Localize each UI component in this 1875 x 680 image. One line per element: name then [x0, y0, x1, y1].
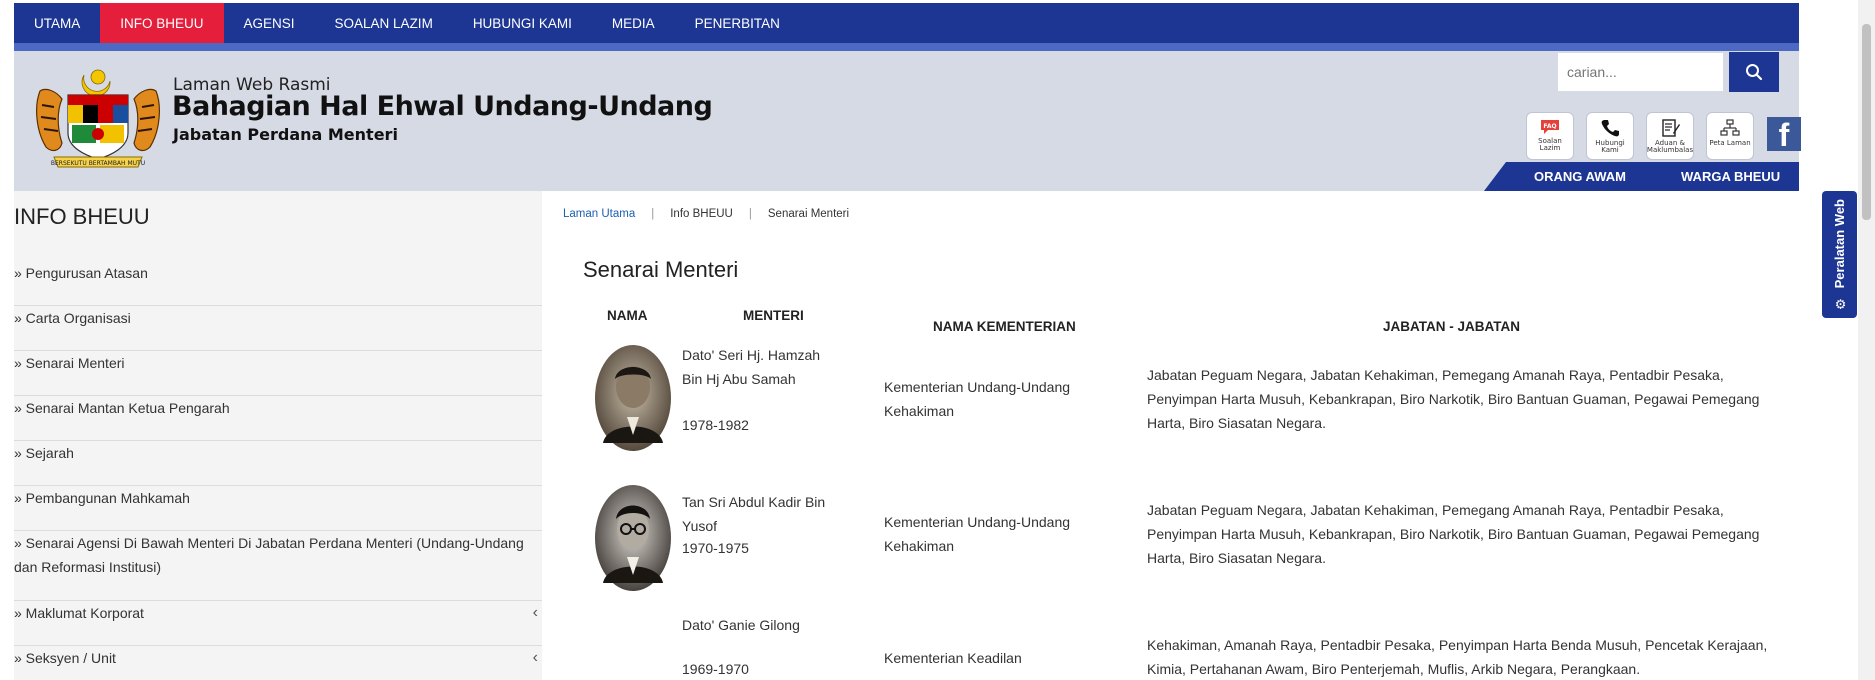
search-button[interactable]	[1729, 52, 1779, 92]
sidebar-item-sejarah[interactable]: » Sejarah	[14, 441, 542, 486]
sidebar-item-maklumat-korporat[interactable]: » Maklumat Korporat ‹	[14, 601, 542, 646]
breadcrumb-section[interactable]: Info BHEUU	[670, 208, 733, 220]
main-content: Laman Utama | Info BHEUU | Senarai Menteri S…	[553, 201, 1799, 680]
sidebar-item-pengurusan-atasan[interactable]: » Pengurusan Atasan	[14, 261, 542, 306]
nav-item-soalan-lazim[interactable]: SOALAN LAZIM	[315, 3, 453, 43]
page: UTAMA INFO BHEUU AGENSI SOALAN LAZIM HUB…	[0, 0, 1875, 680]
chevron-left-icon: ‹	[532, 604, 538, 621]
departments-list: Jabatan Peguam Negara, Jabatan Kehakiman…	[1147, 502, 1760, 566]
nav-item-hubungi-kami[interactable]: HUBUNGI KAMI	[453, 3, 592, 43]
sidebar-item-label: » Seksyen / Unit	[14, 650, 116, 666]
site-header: BERSEKUTU BERTAMBAH MUTU Laman Web Rasmi…	[14, 51, 1801, 191]
quick-link-peta-laman[interactable]: Peta Laman	[1706, 112, 1754, 160]
svg-text:FAQ: FAQ	[1543, 123, 1556, 130]
nav-item-info-bheuu[interactable]: INFO BHEUU	[100, 3, 224, 43]
quick-link-label: Aduan & Maklumbalas	[1646, 139, 1694, 154]
departments-list: Kehakiman, Amanah Raya, Pentadbir Pesaka…	[1147, 637, 1768, 677]
breadcrumb-current: Senarai Menteri	[767, 208, 850, 220]
breadcrumb-separator: |	[748, 208, 752, 220]
breadcrumb-separator: |	[651, 208, 655, 220]
quick-link-label: Soalan Lazim	[1538, 137, 1562, 152]
column-header-nama-kementerian: NAMA KEMENTERIAN	[933, 319, 1076, 334]
audience-switcher: ORANG AWAM WARGA BHEUU	[1484, 162, 1799, 191]
gear-icon: ⚙	[1832, 295, 1847, 311]
sidebar-item-seksyen-unit[interactable]: » Seksyen / Unit ‹	[14, 646, 542, 680]
warga-bheuu-link[interactable]: WARGA BHEUU	[1681, 162, 1780, 191]
minister-years: 1970-1975	[682, 540, 749, 556]
column-header-menteri: MENTERI	[743, 308, 804, 323]
search-input[interactable]	[1558, 53, 1723, 91]
minister-name: Dato' Seri Hj. Hamzah Bin Hj Abu Samah	[682, 347, 821, 387]
sidebar: INFO BHEUU » Pengurusan Atasan » Carta O…	[14, 191, 542, 680]
minister-portrait	[595, 485, 671, 591]
sitemap-icon	[1720, 119, 1740, 136]
breadcrumb-home-link[interactable]: Laman Utama	[563, 208, 635, 220]
nav-item-penerbitan[interactable]: PENERBITAN	[675, 3, 800, 43]
nav-item-agensi[interactable]: AGENSI	[224, 3, 315, 43]
sidebar-item-carta-organisasi[interactable]: » Carta Organisasi	[14, 306, 542, 351]
sidebar-item-senarai-menteri[interactable]: » Senarai Menteri	[14, 351, 542, 396]
minister-name: Dato' Ganie Gilong	[682, 617, 800, 633]
sidebar-title: INFO BHEUU	[14, 204, 150, 229]
feedback-icon	[1662, 119, 1680, 137]
site-department: Jabatan Perdana Menteri	[173, 125, 398, 144]
sidebar-item-senarai-agensi[interactable]: » Senarai Agensi Di Bawah Menteri Di Jab…	[14, 531, 542, 601]
ministry-name: Kementerian Undang-Undang Kehakiman	[884, 514, 1071, 554]
coat-of-arms-logo: BERSEKUTU BERTAMBAH MUTU	[36, 69, 160, 168]
nav-divider-strip	[14, 43, 1799, 51]
sidebar-item-senarai-mantan-ketua-pengarah[interactable]: » Senarai Mantan Ketua Pengarah	[14, 396, 542, 441]
scrollbar-thumb[interactable]	[1862, 24, 1871, 220]
minister-years: 1978-1982	[682, 417, 749, 433]
web-tools-text: Peralatan Web	[1832, 198, 1847, 289]
quick-link-soalan-lazim[interactable]: FAQ Soalan Lazim	[1526, 112, 1574, 160]
faq-icon: FAQ	[1541, 120, 1559, 134]
sidebar-item-pembangunan-mahkamah[interactable]: » Pembangunan Mahkamah	[14, 486, 542, 531]
nav-item-utama[interactable]: UTAMA	[14, 3, 100, 43]
site-title: Bahagian Hal Ehwal Undang-Undang	[172, 91, 713, 122]
facebook-icon[interactable]: f	[1767, 117, 1801, 151]
column-header-nama: NAMA	[607, 308, 648, 323]
quick-link-label: Hubungi Kami	[1595, 139, 1625, 154]
column-header-jabatan-jabatan: JABATAN - JABATAN	[1383, 319, 1520, 334]
departments-list: Jabatan Peguam Negara, Jabatan Kehakiman…	[1147, 367, 1760, 431]
chevron-left-icon: ‹	[532, 649, 538, 666]
ministry-name: Kementerian Undang-Undang Kehakiman	[884, 379, 1071, 419]
quick-link-aduan-maklumbalas[interactable]: Aduan & Maklumbalas	[1646, 112, 1694, 160]
web-tools-label: ⚙ Peralatan Web	[1832, 199, 1847, 311]
quick-link-hubungi-kami[interactable]: Hubungi Kami	[1586, 112, 1634, 160]
top-navigation: UTAMA INFO BHEUU AGENSI SOALAN LAZIM HUB…	[14, 3, 1799, 43]
crest-scroll-text: BERSEKUTU BERTAMBAH MUTU	[51, 160, 145, 167]
page-title: Senarai Menteri	[583, 257, 739, 282]
ministry-name: Kementerian Keadilan	[884, 650, 1022, 666]
minister-portrait	[595, 345, 671, 451]
web-tools-button[interactable]: ⚙ Peralatan Web	[1822, 191, 1857, 318]
phone-icon	[1601, 120, 1619, 137]
nav-item-media[interactable]: MEDIA	[592, 3, 675, 43]
page-scrollbar[interactable]	[1858, 0, 1875, 680]
breadcrumb: Laman Utama | Info BHEUU | Senarai Menteri	[563, 208, 849, 220]
quick-link-label: Peta Laman	[1709, 139, 1751, 147]
minister-name: Tan Sri Abdul Kadir Bin Yusof	[682, 494, 826, 534]
minister-years: 1969-1970	[682, 661, 749, 677]
search-icon	[1746, 64, 1763, 81]
orang-awam-link[interactable]: ORANG AWAM	[1534, 162, 1626, 191]
sidebar-item-label: » Maklumat Korporat	[14, 605, 144, 621]
